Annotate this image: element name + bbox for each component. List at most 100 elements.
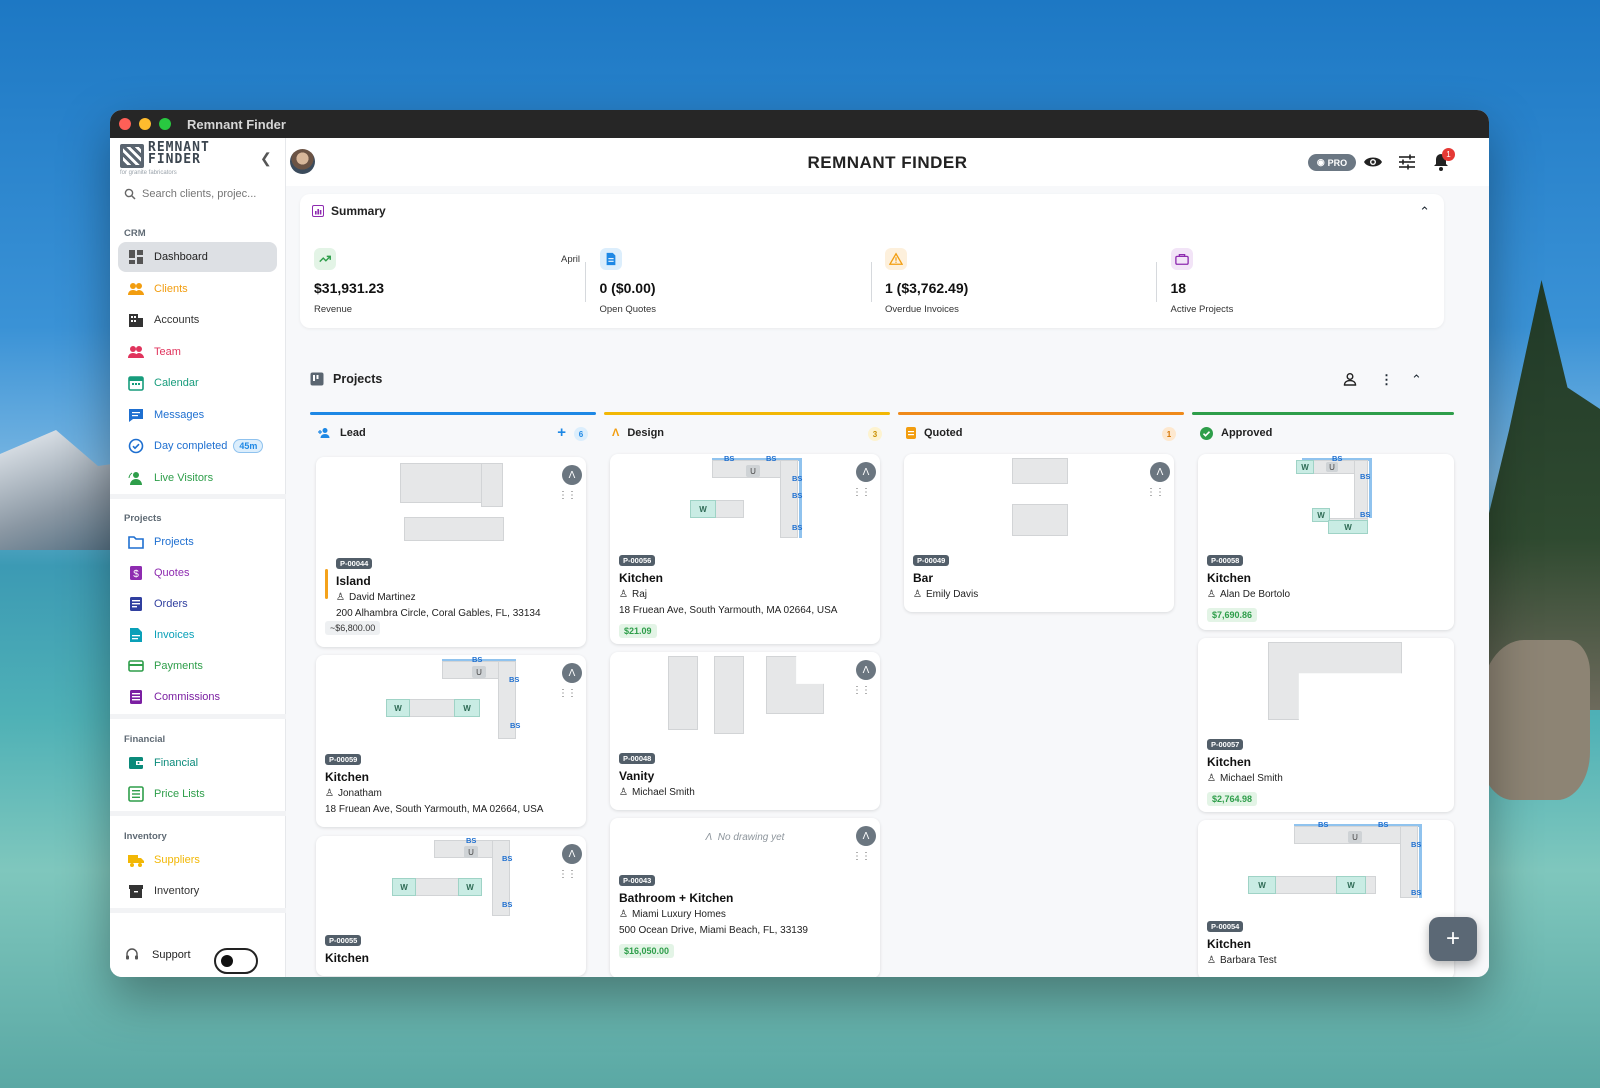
project-client: ♙ Raj	[619, 589, 837, 600]
title-bar: Remnant Finder	[110, 110, 1489, 138]
search-input[interactable]	[142, 188, 260, 200]
project-price: $7,690.86	[1207, 608, 1258, 622]
logo[interactable]: REMNANT FINDER for granite fabricators	[120, 140, 240, 176]
check-circle-icon	[1200, 426, 1213, 440]
project-id-badge: P-00049	[913, 555, 950, 566]
column-header: Quoted 1	[898, 415, 1184, 451]
project-card[interactable]: Λ ⋮⋮ P-00044 Island ♙ David Martinez 200 …	[316, 457, 586, 647]
column-design: Λ Design 3 U BS BS BS BS BS W Λ ⋮⋮ P-000…	[604, 412, 890, 977]
sidebar-item-label: Inventory	[154, 885, 200, 897]
project-card[interactable]: Λ ⋮⋮ P-00049 Bar ♙ Emily Davis	[904, 454, 1174, 612]
project-card[interactable]: U BS BS BS BS BS W Λ ⋮⋮ P-00056 Kitchen …	[610, 454, 880, 644]
sidebar-item-commissions[interactable]: Commissions	[118, 682, 277, 712]
card-body: P-00057 Kitchen ♙ Michael Smith $2,764.98	[1207, 734, 1283, 807]
sidebar-item-inventory[interactable]: Inventory	[118, 876, 277, 906]
sidebar-item-messages[interactable]: Messages	[118, 400, 277, 430]
stat-open-quotes[interactable]: 0 ($0.00) Open Quotes	[599, 248, 876, 318]
sidebar-item-invoices[interactable]: Invoices	[118, 620, 277, 650]
stage-up-icon[interactable]: Λ	[562, 844, 582, 864]
no-drawing-placeholder: Λ No drawing yet	[705, 832, 785, 843]
stage-up-icon[interactable]: Λ	[856, 660, 876, 680]
card-body: P-00055 Kitchen	[325, 930, 369, 965]
sidebar-item-quotes[interactable]: $ Quotes	[118, 558, 277, 588]
section-label-crm: CRM	[124, 228, 146, 239]
notifications-button[interactable]: 1	[1431, 148, 1455, 172]
search-bar[interactable]	[124, 188, 274, 200]
person-filter-icon[interactable]	[1343, 372, 1357, 389]
project-card[interactable]: P-00057 Kitchen ♙ Michael Smith $2,764.98	[1198, 638, 1454, 812]
support-link[interactable]: Support	[124, 947, 191, 963]
column-header: Lead + 6	[310, 415, 596, 451]
settings-sliders-icon[interactable]	[1397, 152, 1417, 172]
stage-up-icon[interactable]: Λ	[562, 465, 582, 485]
backsplash-label: BS	[1332, 454, 1343, 463]
truck-icon	[128, 852, 144, 868]
sidebar-item-orders[interactable]: Orders	[118, 589, 277, 619]
stat-revenue[interactable]: $31,931.23 Revenue April	[314, 248, 590, 318]
project-title: Bathroom + Kitchen	[619, 891, 734, 905]
project-card[interactable]: W U BS BS BS W W P-00058 Kitchen ♙ Alan D…	[1198, 454, 1454, 630]
card-body: P-00043 Bathroom + Kitchen ♙ Miami Luxury…	[619, 870, 808, 959]
project-card[interactable]: U BS BS BS W W Λ ⋮⋮ P-00055 Kitchen	[316, 836, 586, 976]
drag-handle-icon[interactable]: ⋮⋮	[558, 490, 577, 501]
no-drawing-text: No drawing yet	[717, 832, 785, 843]
add-lead-button[interactable]: +	[557, 424, 566, 441]
pro-badge[interactable]: ◉ PRO	[1308, 154, 1356, 171]
stage-up-icon[interactable]: Λ	[856, 462, 876, 482]
project-id-badge: P-00056	[619, 555, 656, 566]
collapse-projects-chevron-icon[interactable]: ⌃	[1411, 372, 1422, 388]
sidebar-item-dashboard[interactable]: Dashboard	[118, 242, 277, 272]
close-window-button[interactable]	[119, 118, 131, 130]
user-icon: ♙	[1207, 955, 1216, 966]
drag-handle-icon[interactable]: ⋮⋮	[558, 869, 577, 880]
collapse-summary-chevron-icon[interactable]: ⌃	[1419, 204, 1430, 220]
client-name: Michael Smith	[631, 787, 695, 798]
drag-handle-icon[interactable]: ⋮⋮	[852, 487, 871, 498]
sidebar-item-label: Price Lists	[154, 788, 205, 800]
minimize-window-button[interactable]	[139, 118, 151, 130]
sidebar-item-suppliers[interactable]: Suppliers	[118, 845, 277, 875]
backsplash-label: BS	[1360, 472, 1371, 481]
project-title: Kitchen	[325, 951, 370, 965]
sidebar-item-live-visitors[interactable]: Live Visitors	[118, 463, 277, 493]
quote-doc-icon	[906, 427, 916, 439]
sidebar-item-payments[interactable]: Payments	[118, 651, 277, 681]
drag-handle-icon[interactable]: ⋮⋮	[1146, 487, 1165, 498]
sidebar-item-calendar[interactable]: Calendar	[118, 368, 277, 398]
column-count-badge: 6	[574, 427, 588, 441]
sidebar-item-projects[interactable]: Projects	[118, 527, 277, 557]
sidebar-item-clients[interactable]: Clients	[118, 274, 277, 304]
stage-up-icon[interactable]: Λ	[856, 826, 876, 846]
sidebar-item-label: Projects	[154, 536, 194, 548]
drag-handle-icon[interactable]: ⋮⋮	[852, 851, 871, 862]
sidebar-item-accounts[interactable]: Accounts	[118, 305, 277, 335]
drag-handle-icon[interactable]: ⋮⋮	[852, 685, 871, 696]
project-card[interactable]: U BS BS BS BS W W P-00054 Kitchen ♙ Barba…	[1198, 820, 1454, 977]
drag-handle-icon[interactable]: ⋮⋮	[558, 688, 577, 699]
add-project-fab-button[interactable]: +	[1429, 917, 1477, 961]
project-card[interactable]: Λ ⋮⋮ P-00048 Vanity ♙ Michael Smith	[610, 652, 880, 810]
stage-up-icon[interactable]: Λ	[562, 663, 582, 683]
sidebar-item-financial[interactable]: Financial	[118, 748, 277, 778]
collapse-sidebar-button[interactable]: ❮	[260, 150, 272, 167]
stat-active-projects[interactable]: 18 Active Projects	[1170, 248, 1447, 318]
sidebar-item-price-lists[interactable]: Price Lists	[118, 779, 277, 809]
undermount-label: U	[1326, 462, 1338, 472]
project-card[interactable]: U BS BS BS W W Λ ⋮⋮ P-00059 Kitchen ♙ Jon…	[316, 655, 586, 827]
wallet-icon	[128, 755, 144, 771]
eye-icon[interactable]	[1363, 152, 1383, 172]
logo-text: REMNANT FINDER	[148, 140, 210, 167]
project-card[interactable]: Λ No drawing yet Λ ⋮⋮ P-00043 Bathroom +…	[610, 818, 880, 977]
column-title: Approved	[1221, 427, 1273, 439]
more-options-icon[interactable]: ⋮	[1380, 372, 1393, 388]
project-id-badge: P-00054	[1207, 921, 1244, 932]
wall-label: W	[1328, 520, 1368, 534]
stat-label: Active Projects	[1170, 304, 1234, 315]
sidebar-item-team[interactable]: Team	[118, 337, 277, 367]
theme-toggle[interactable]	[214, 948, 258, 974]
sidebar-item-day-completed[interactable]: Day completed 45m	[118, 431, 277, 461]
warning-icon	[885, 248, 907, 270]
maximize-window-button[interactable]	[159, 118, 171, 130]
stage-up-icon[interactable]: Λ	[1150, 462, 1170, 482]
stat-overdue-invoices[interactable]: 1 ($3,762.49) Overdue Invoices	[885, 248, 1161, 318]
